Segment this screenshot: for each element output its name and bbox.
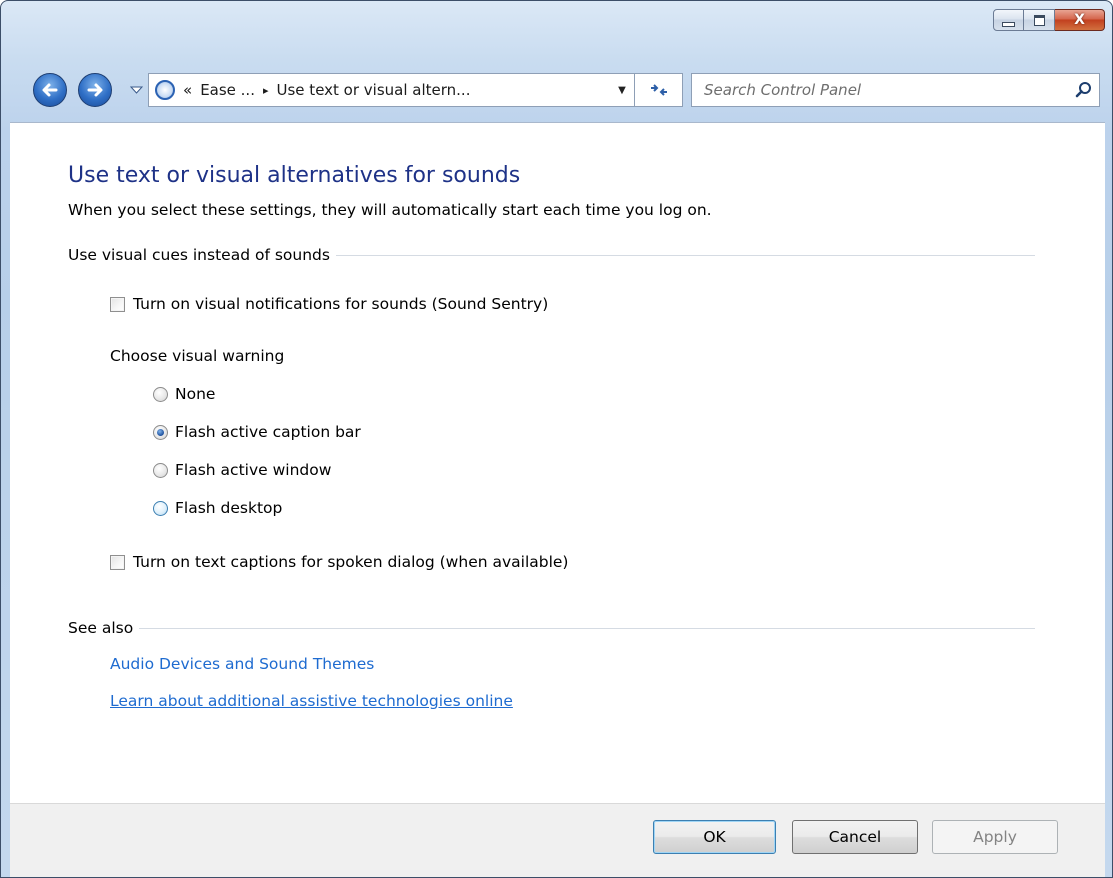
cancel-button[interactable]: Cancel	[792, 820, 918, 854]
radio-button[interactable]	[153, 424, 168, 440]
radio-button[interactable]	[153, 500, 168, 516]
page-subtitle: When you select these settings, they wil…	[68, 201, 712, 219]
sound-sentry-checkbox-row[interactable]: Turn on visual notifications for sounds …	[110, 295, 548, 313]
radio-label: None	[175, 385, 216, 403]
radio-label: Flash active caption bar	[175, 423, 361, 441]
content-pane: Use text or visual alternatives for soun…	[10, 122, 1105, 803]
close-button[interactable]: X	[1055, 9, 1105, 31]
ok-button[interactable]: OK	[653, 820, 776, 854]
page-title: Use text or visual alternatives for soun…	[68, 163, 521, 188]
group-label: Use visual cues instead of sounds	[68, 246, 330, 264]
breadcrumb-overflow[interactable]: «	[183, 81, 192, 99]
visual-warning-heading: Choose visual warning	[110, 347, 285, 365]
apply-button[interactable]: Apply	[932, 820, 1058, 854]
radio-button[interactable]	[153, 386, 168, 402]
radio-button[interactable]	[153, 462, 168, 478]
assistive-technologies-link[interactable]: Learn about additional assistive technol…	[110, 692, 513, 710]
dialog-footer: OK Cancel Apply	[10, 803, 1105, 877]
visual-cues-group-header: Use visual cues instead of sounds	[68, 245, 1035, 265]
divider	[139, 627, 1035, 629]
back-arrow-icon	[42, 83, 58, 97]
search-input[interactable]	[692, 75, 1069, 105]
text-captions-label: Turn on text captions for spoken dialog …	[133, 553, 569, 571]
radio-flash-desktop[interactable]: Flash desktop	[153, 499, 282, 517]
search-box	[691, 73, 1100, 107]
radio-flash-window[interactable]: Flash active window	[153, 461, 331, 479]
recent-pages-dropdown-icon[interactable]	[130, 85, 143, 95]
text-captions-checkbox[interactable]	[110, 554, 125, 570]
close-icon: X	[1074, 12, 1085, 28]
minimize-icon	[1002, 21, 1015, 27]
control-panel-window: X « Ease ... ▸ Use text or visual altern…	[0, 0, 1113, 878]
control-panel-icon	[155, 80, 175, 100]
radio-flash-caption-bar[interactable]: Flash active caption bar	[153, 423, 361, 441]
caption-buttons: X	[993, 9, 1105, 31]
radio-label: Flash active window	[175, 461, 332, 479]
back-button[interactable]	[33, 73, 67, 107]
navigation-bar: « Ease ... ▸ Use text or visual altern..…	[1, 63, 1112, 121]
sound-sentry-checkbox[interactable]	[110, 296, 125, 312]
breadcrumb-parent[interactable]: Ease ...	[200, 81, 255, 99]
sound-sentry-label: Turn on visual notifications for sounds …	[133, 295, 549, 313]
refresh-button[interactable]	[634, 74, 683, 106]
minimize-button[interactable]	[993, 9, 1024, 31]
forward-arrow-icon	[87, 83, 103, 97]
address-dropdown-icon[interactable]: ▼	[611, 74, 633, 106]
refresh-icon	[651, 84, 667, 96]
breadcrumb-separator-icon[interactable]: ▸	[263, 84, 269, 97]
title-bar[interactable]: X	[1, 1, 1112, 59]
maximize-icon	[1033, 14, 1045, 26]
address-bar[interactable]: « Ease ... ▸ Use text or visual altern..…	[148, 73, 683, 107]
search-icon	[1075, 82, 1091, 98]
breadcrumb-current[interactable]: Use text or visual altern...	[277, 81, 471, 99]
search-button[interactable]	[1069, 75, 1099, 105]
radio-none[interactable]: None	[153, 385, 215, 403]
divider	[335, 254, 1035, 256]
forward-button[interactable]	[78, 73, 112, 107]
maximize-button[interactable]	[1024, 9, 1055, 31]
text-captions-checkbox-row[interactable]: Turn on text captions for spoken dialog …	[110, 553, 568, 571]
audio-devices-link[interactable]: Audio Devices and Sound Themes	[110, 655, 374, 673]
see-also-group-header: See also	[68, 618, 1035, 638]
radio-label: Flash desktop	[175, 499, 283, 517]
group-label: See also	[68, 619, 134, 637]
